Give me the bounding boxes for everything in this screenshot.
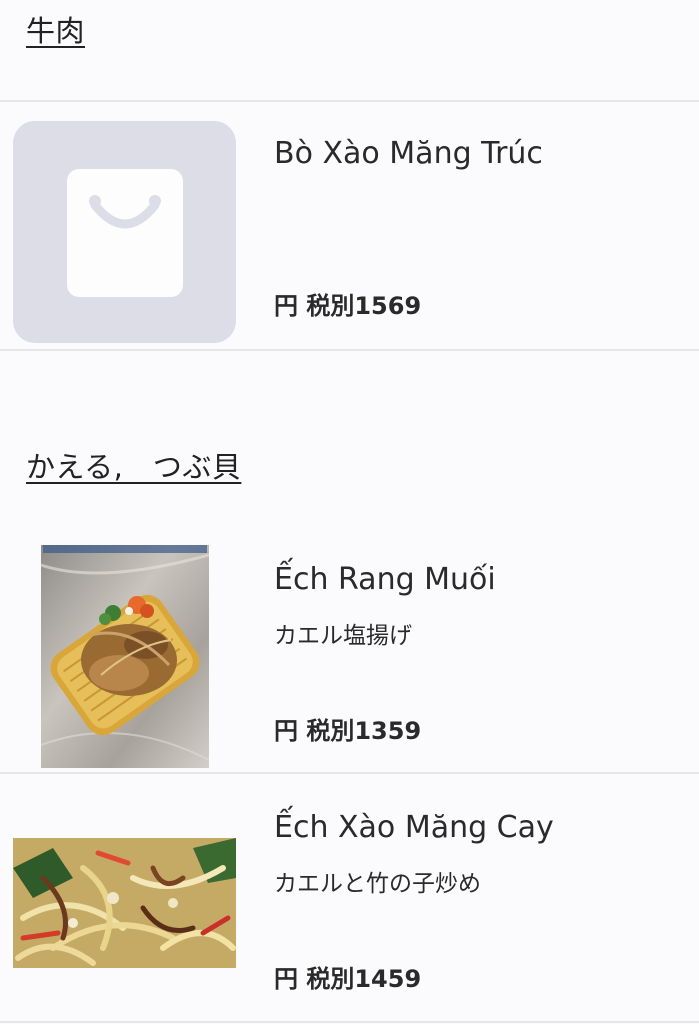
category-title-frog-snail[interactable]: かえる, つぶ貝	[26, 444, 241, 486]
item-price: 円 税別1569	[274, 292, 422, 320]
item-name: Ếch Rang Muối	[274, 562, 496, 597]
divider	[0, 772, 699, 774]
divider	[0, 349, 699, 351]
item-name: Ếch Xào Măng Cay	[274, 810, 554, 845]
fried-frog-photo	[41, 545, 209, 768]
item-price: 円 税別1359	[274, 717, 422, 745]
divider	[0, 100, 699, 102]
item-subtitle: カエル塩揚げ	[274, 623, 412, 649]
divider	[0, 1021, 699, 1023]
category-title-beef[interactable]: 牛肉	[26, 8, 85, 50]
shopping-bag-placeholder-icon	[13, 121, 236, 343]
item-price: 円 税別1459	[274, 965, 422, 993]
item-name: Bò Xào Măng Trúc	[274, 136, 543, 171]
item-subtitle: カエルと竹の子炒め	[274, 871, 481, 897]
stir-fried-frog-bamboo-photo	[13, 838, 236, 968]
menu-page: 牛肉 Bò Xào Măng Trúc 円 税別1569 かえる, つぶ貝 Ếc…	[0, 0, 699, 1024]
